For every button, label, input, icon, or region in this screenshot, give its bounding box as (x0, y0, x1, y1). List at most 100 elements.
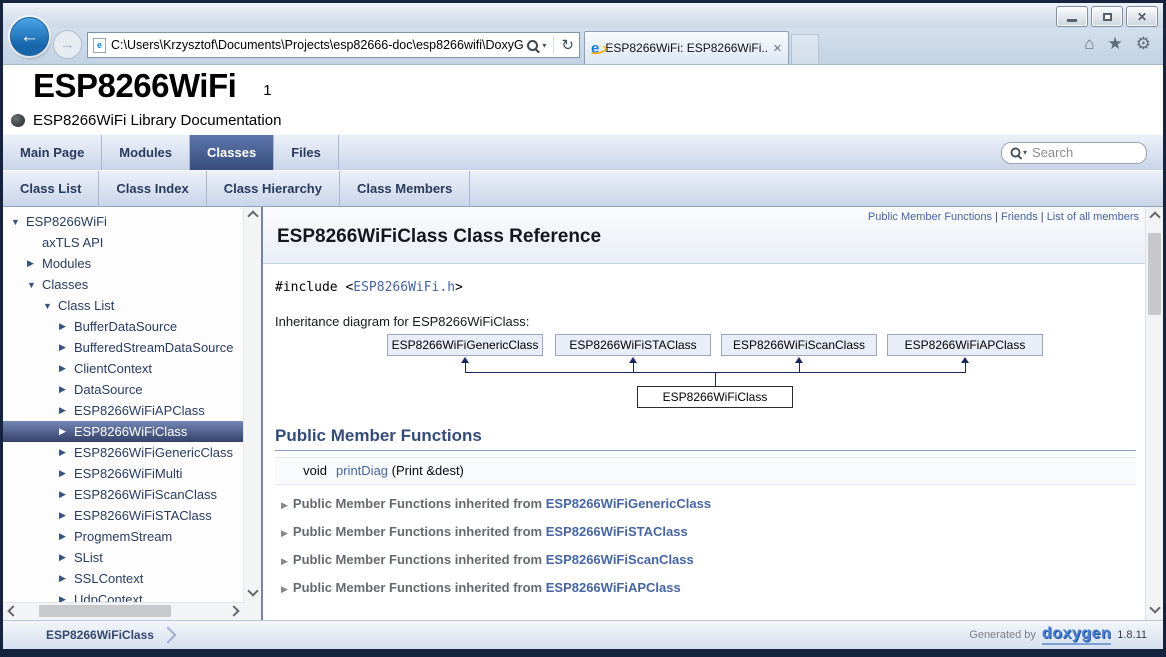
inherited-class-link[interactable]: ESP8266WiFiSTAClass (546, 524, 688, 539)
diagram-box-esp8266wifiscanclass[interactable]: ESP8266WiFiScanClass (721, 334, 877, 356)
sidebar-item-udpcontext[interactable]: ▶UdpContext (3, 589, 244, 603)
sidebar-item-sslcontext[interactable]: ▶SSLContext (3, 568, 244, 589)
scrollbar-thumb[interactable] (39, 605, 171, 617)
chevron-right-icon[interactable]: ▶ (59, 489, 74, 500)
tab-classes[interactable]: Classes (190, 135, 274, 170)
inherited-prefix: Public Member Functions inherited from (293, 496, 546, 511)
sidebar-item-label: ESP8266WiFiGenericClass (74, 445, 233, 460)
scroll-left-icon[interactable] (9, 607, 17, 615)
chevron-right-icon[interactable]: ▶ (59, 447, 74, 458)
tab-main-page[interactable]: Main Page (3, 135, 102, 170)
sidebar-item-esp8266wifigenericclass[interactable]: ▶ESP8266WiFiGenericClass (3, 442, 244, 463)
sidebar-item-esp8266wifi[interactable]: ▼ESP8266WiFi (3, 211, 244, 232)
project-title: ESP8266WiFi1 (33, 67, 271, 105)
sidebar-item-modules[interactable]: ▶Modules (3, 253, 244, 274)
browser-tab[interactable]: e ESP8266WiFi: ESP8266WiFi... ✕ (584, 31, 789, 64)
chevron-right-icon[interactable]: ▶ (59, 321, 74, 332)
tab-close-icon[interactable]: ✕ (773, 42, 782, 55)
chevron-right-icon[interactable]: ▶ (59, 468, 74, 479)
sidebar-vertical-scrollbar[interactable] (243, 207, 261, 603)
refresh-icon[interactable]: ↻ (561, 38, 574, 53)
diagram-box-esp8266wifistaclass[interactable]: ESP8266WiFiSTAClass (555, 334, 711, 356)
sidebar-item-esp8266wifiapclass[interactable]: ▶ESP8266WiFiAPClass (3, 400, 244, 421)
scroll-right-icon[interactable] (230, 607, 238, 615)
sidebar-item-bufferdatasource[interactable]: ▶BufferDataSource (3, 316, 244, 337)
forward-icon: → (60, 36, 75, 53)
sidebar-item-clientcontext[interactable]: ▶ClientContext (3, 358, 244, 379)
restore-button[interactable] (1091, 6, 1123, 27)
scroll-down-icon[interactable] (1146, 604, 1163, 612)
chevron-right-icon[interactable]: ▶ (59, 384, 74, 395)
forward-button[interactable]: → (53, 30, 82, 59)
scrollbar-thumb[interactable] (1148, 233, 1161, 315)
inherited-section-esp8266wifiscanclass[interactable]: ▶Public Member Functions inherited from … (275, 551, 1146, 569)
sidebar-item-progmemstream[interactable]: ▶ProgmemStream (3, 526, 244, 547)
settings-icon[interactable]: ⚙ (1136, 35, 1151, 52)
inherited-section-esp8266wifigenericclass[interactable]: ▶Public Member Functions inherited from … (275, 495, 1146, 513)
content-vertical-scrollbar[interactable] (1145, 207, 1163, 620)
sidebar-item-esp8266wificlass[interactable]: ▶ESP8266WiFiClass (3, 421, 244, 442)
sidebar-item-class-list[interactable]: ▼Class List (3, 295, 244, 316)
address-bar-icons: ▾ ↻ (527, 36, 574, 54)
tab-class-hierarchy[interactable]: Class Hierarchy (207, 171, 340, 206)
diagram-box-esp8266wifiapclass[interactable]: ESP8266WiFiAPClass (887, 334, 1043, 356)
summary-link-friends[interactable]: Friends (1001, 211, 1038, 223)
tab-class-index[interactable]: Class Index (99, 171, 206, 206)
scroll-up-icon[interactable] (244, 212, 261, 220)
chevron-down-icon[interactable]: ▾ (542, 41, 546, 50)
chevron-down-icon[interactable]: ▾ (1023, 148, 1027, 157)
tab-modules[interactable]: Modules (102, 135, 190, 170)
inherited-class-link[interactable]: ESP8266WiFiScanClass (546, 552, 694, 567)
chevron-right-icon[interactable]: ▶ (59, 405, 74, 416)
home-icon[interactable]: ⌂ (1084, 35, 1094, 52)
chevron-right-icon[interactable]: ▶ (59, 573, 74, 584)
new-tab-area[interactable] (791, 34, 819, 64)
tab-class-members[interactable]: Class Members (340, 171, 470, 206)
inherited-section-esp8266wifiapclass[interactable]: ▶Public Member Functions inherited from … (275, 579, 1146, 597)
summary-link-list-of-all-members[interactable]: List of all members (1047, 211, 1139, 223)
sidebar-horizontal-scrollbar[interactable] (3, 602, 244, 620)
inherited-class-link[interactable]: ESP8266WiFiAPClass (546, 580, 681, 595)
chevron-right-icon[interactable]: ▶ (59, 426, 74, 437)
sidebar-item-datasource[interactable]: ▶DataSource (3, 379, 244, 400)
sidebar-item-esp8266wifistaclass[interactable]: ▶ESP8266WiFiSTAClass (3, 505, 244, 526)
sidebar-item-classes[interactable]: ▼Classes (3, 274, 244, 295)
sidebar-item-slist[interactable]: ▶SList (3, 547, 244, 568)
chevron-down-icon[interactable]: ▼ (43, 301, 58, 311)
back-button[interactable]: ← (10, 17, 49, 56)
diagram-box-esp8266wificlass[interactable]: ESP8266WiFiClass (637, 386, 793, 408)
address-text[interactable]: C:\Users\Krzysztof\Documents\Projects\es… (111, 38, 523, 52)
chevron-right-icon[interactable]: ▶ (59, 363, 74, 374)
tab-files[interactable]: Files (274, 135, 339, 170)
inherited-section-esp8266wifistaclass[interactable]: ▶Public Member Functions inherited from … (275, 523, 1146, 541)
sidebar-item-esp8266wifimulti[interactable]: ▶ESP8266WiFiMulti (3, 463, 244, 484)
close-button[interactable]: ✕ (1126, 6, 1158, 27)
search-input[interactable] (1030, 144, 1138, 161)
sidebar-item-bufferedstreamdatasource[interactable]: ▶BufferedStreamDataSource (3, 337, 244, 358)
chevron-right-icon[interactable]: ▶ (59, 342, 74, 353)
search-icon[interactable] (527, 40, 538, 51)
scroll-down-icon[interactable] (244, 587, 261, 595)
favorites-icon[interactable]: ★ (1108, 35, 1123, 52)
search-box[interactable]: ▾ (1001, 142, 1147, 164)
chevron-down-icon[interactable]: ▼ (27, 280, 42, 290)
member-name-link[interactable]: printDiag (336, 458, 388, 484)
tab-class-list[interactable]: Class List (3, 171, 99, 206)
sidebar-item-axtls-api[interactable]: axTLS API (3, 232, 244, 253)
doxygen-logo[interactable]: doxygen (1042, 626, 1111, 645)
breadcrumb[interactable]: ESP8266WiFiClass (46, 628, 154, 642)
chevron-right-icon[interactable]: ▶ (59, 552, 74, 563)
address-bar[interactable]: e C:\Users\Krzysztof\Documents\Projects\… (87, 32, 580, 58)
chevron-right-icon[interactable]: ▶ (59, 510, 74, 521)
scroll-up-icon[interactable] (1146, 213, 1163, 221)
sidebar-item-esp8266wifiscanclass[interactable]: ▶ESP8266WiFiScanClass (3, 484, 244, 505)
summary-link-public-member-functions[interactable]: Public Member Functions (868, 211, 992, 223)
chevron-right-icon[interactable]: ▶ (27, 258, 42, 269)
sidebar-item-label: ClientContext (74, 361, 152, 376)
chevron-down-icon[interactable]: ▼ (11, 217, 26, 227)
diagram-box-esp8266wifigenericclass[interactable]: ESP8266WiFiGenericClass (387, 334, 543, 356)
include-file-link[interactable]: ESP8266WiFi.h (353, 280, 455, 295)
inherited-class-link[interactable]: ESP8266WiFiGenericClass (546, 496, 711, 511)
chevron-right-icon[interactable]: ▶ (59, 531, 74, 542)
minimize-button[interactable] (1056, 6, 1088, 27)
